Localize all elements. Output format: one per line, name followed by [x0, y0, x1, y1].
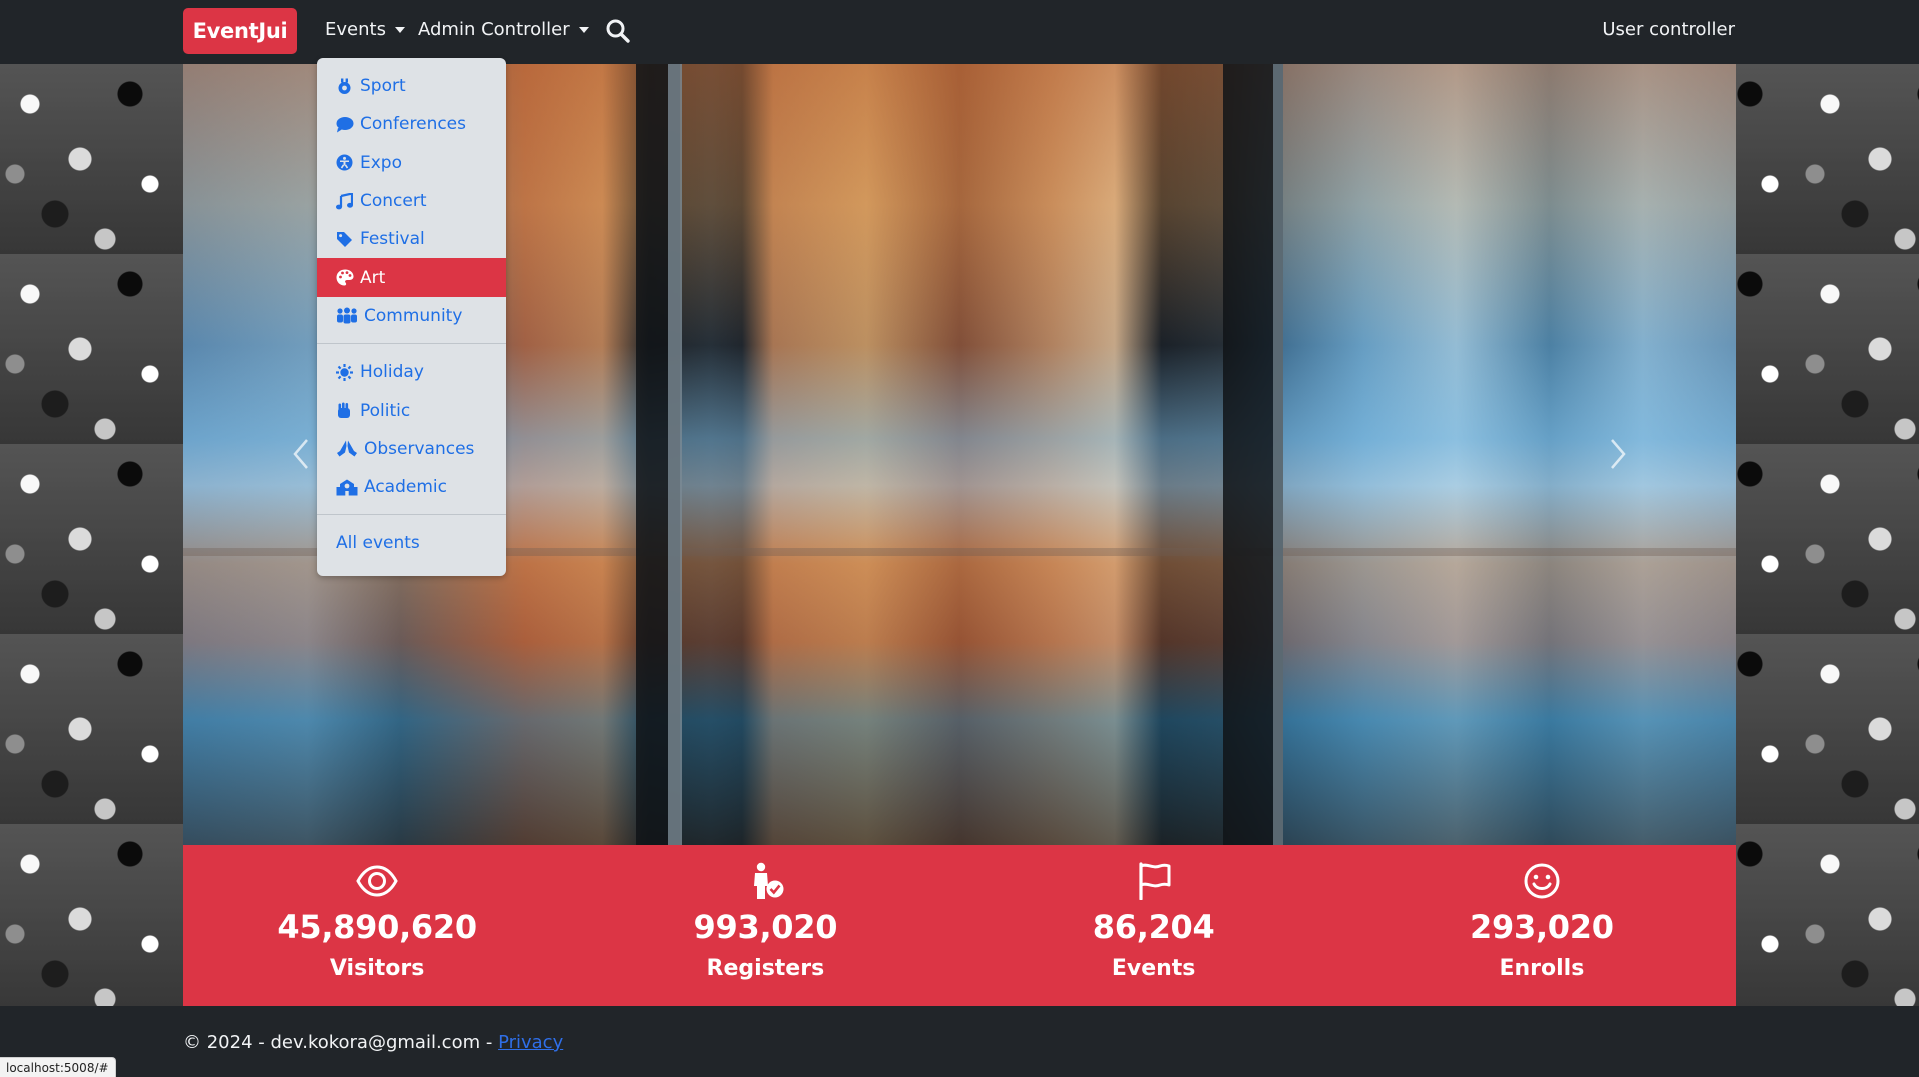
- dropdown-item-label: Observances: [364, 438, 475, 459]
- dropdown-item-label: Expo: [360, 152, 402, 173]
- footer-copyright: © 2024 - dev.kokora@gmail.com -: [183, 1032, 499, 1053]
- tag-icon: [336, 230, 356, 248]
- image-pillar-edge: [1273, 64, 1283, 845]
- dropdown-item-label: Holiday: [360, 362, 424, 383]
- dropdown-item-label: Sport: [360, 76, 406, 97]
- school-icon: [336, 478, 360, 496]
- stat-label: Visitors: [329, 956, 425, 981]
- footer: © 2024 - dev.kokora@gmail.com - Privacy: [0, 1006, 1919, 1077]
- stat-value: 45,890,620: [277, 908, 477, 946]
- stat-value: 993,020: [693, 908, 838, 946]
- dropdown-item-politic[interactable]: Politic: [317, 391, 506, 429]
- stat-registers: 993,020 Registers: [571, 845, 959, 1006]
- smile-icon: [1524, 863, 1560, 899]
- sport-icon: [336, 77, 356, 95]
- stat-label: Enrolls: [1499, 956, 1585, 981]
- carousel-next-button[interactable]: [1604, 434, 1632, 474]
- user-controller-link[interactable]: User controller: [1602, 19, 1735, 40]
- sun-icon: [336, 363, 356, 381]
- nav-events-label: Events: [325, 19, 386, 40]
- dropdown-divider: [317, 343, 506, 345]
- nav-admin-label: Admin Controller: [418, 19, 570, 40]
- comment-icon: [336, 115, 356, 133]
- person-check-icon: [754, 862, 784, 899]
- stat-events: 86,204 Events: [960, 845, 1348, 1006]
- dropdown-item-sport[interactable]: Sport: [317, 67, 506, 105]
- dropdown-item-label: Concert: [360, 191, 427, 212]
- eye-icon: [356, 865, 398, 897]
- footer-text: © 2024 - dev.kokora@gmail.com - Privacy: [183, 1032, 563, 1053]
- stat-enrolls: 293,020 Enrolls: [1348, 845, 1736, 1006]
- dropdown-item-label: All events: [336, 533, 420, 554]
- dropdown-item-label: Conferences: [360, 114, 467, 135]
- stat-value: 86,204: [1092, 908, 1215, 946]
- dropdown-item-holiday[interactable]: Holiday: [317, 353, 506, 391]
- dropdown-item-label: Community: [364, 305, 463, 326]
- dropdown-item-conferences[interactable]: Conferences: [317, 105, 506, 143]
- dropdown-item-observances[interactable]: Observances: [317, 430, 506, 468]
- palette-icon: [336, 269, 356, 287]
- chevron-left-icon: [293, 439, 308, 469]
- dropdown-item-concert[interactable]: Concert: [317, 182, 506, 220]
- accessibility-icon: [336, 154, 356, 172]
- stat-visitors: 45,890,620 Visitors: [183, 845, 571, 1006]
- caret-down-icon: [394, 27, 405, 33]
- nav-events-dropdown[interactable]: Events: [325, 19, 405, 40]
- stat-value: 293,020: [1470, 908, 1614, 946]
- dropdown-item-academic[interactable]: Academic: [317, 468, 506, 506]
- dropdown-item-art[interactable]: Art: [317, 258, 506, 297]
- stat-label: Registers: [706, 956, 825, 981]
- caret-down-icon: [578, 27, 589, 33]
- carousel-prev-button[interactable]: [287, 434, 315, 474]
- dropdown-item-label: Academic: [364, 477, 447, 498]
- stats-band: 45,890,620 Visitors 993,020 Registers 86…: [183, 845, 1736, 1006]
- search-button[interactable]: [605, 18, 631, 44]
- people-group-icon: [336, 307, 360, 325]
- music-icon: [336, 192, 356, 210]
- privacy-link[interactable]: Privacy: [498, 1032, 563, 1053]
- flag-icon: [1139, 862, 1171, 900]
- status-bar-url: localhost:5008/#: [0, 1057, 116, 1077]
- stat-label: Events: [1111, 956, 1196, 981]
- navbar: EventJui Events Admin Controller User co…: [0, 0, 1919, 64]
- hand-icon: [336, 402, 356, 420]
- nav-admin-dropdown[interactable]: Admin Controller: [418, 19, 589, 40]
- dropdown-item-festival[interactable]: Festival: [317, 220, 506, 258]
- dropdown-item-label: Politic: [360, 400, 411, 421]
- hands-praying-icon: [336, 440, 360, 458]
- dropdown-item-all-events[interactable]: All events: [317, 524, 506, 562]
- dropdown-item-label: Art: [360, 267, 386, 288]
- dropdown-item-label: Festival: [360, 229, 425, 250]
- image-pillar-edge: [668, 64, 682, 845]
- dropdown-item-expo[interactable]: Expo: [317, 144, 506, 182]
- brand-logo[interactable]: EventJui: [183, 8, 297, 54]
- events-dropdown-menu: Sport Conferences Expo Concert Festival …: [317, 58, 506, 576]
- search-icon: [606, 19, 630, 43]
- dropdown-item-community[interactable]: Community: [317, 297, 506, 335]
- chevron-right-icon: [1611, 439, 1626, 469]
- dropdown-divider: [317, 514, 506, 516]
